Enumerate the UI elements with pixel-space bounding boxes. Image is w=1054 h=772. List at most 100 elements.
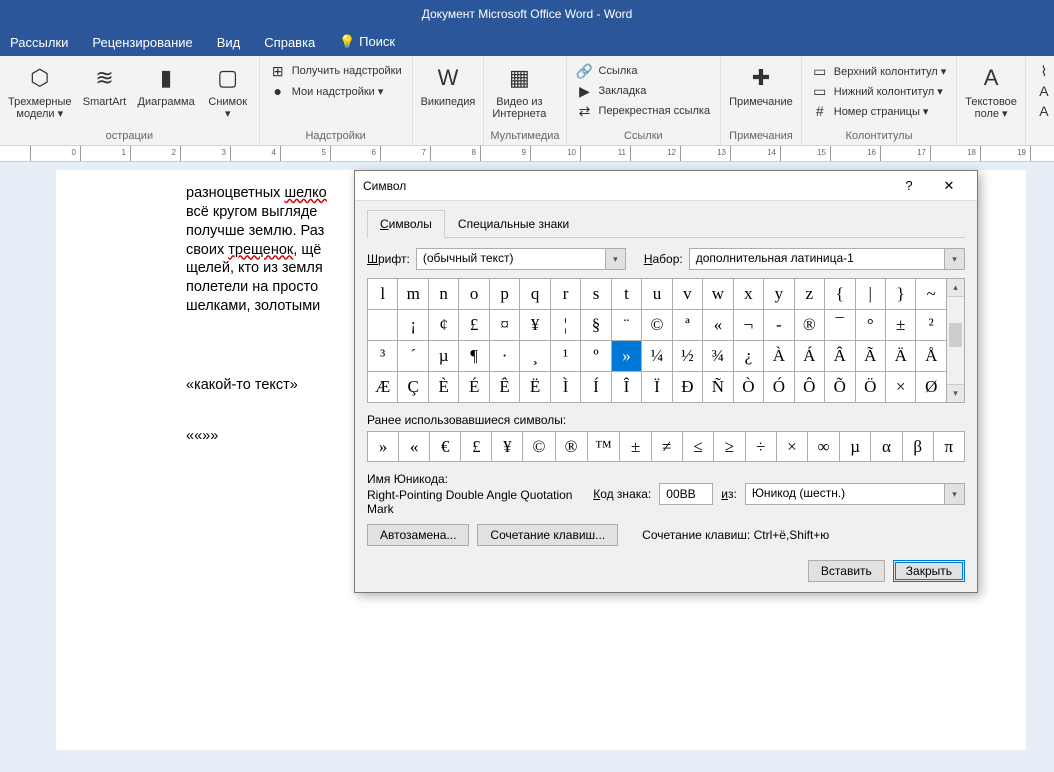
ribbon-button[interactable]: ≋SmartArt — [80, 62, 130, 108]
recent-char-cell[interactable]: © — [523, 432, 555, 462]
char-cell[interactable]: ¬ — [733, 310, 763, 341]
ribbon-button[interactable]: ⬡Трехмерныемодели ▾ — [6, 62, 74, 120]
char-cell[interactable]: } — [885, 279, 915, 310]
char-cell[interactable]: ¯ — [825, 310, 855, 341]
recent-char-cell[interactable]: π — [933, 432, 964, 462]
char-cell[interactable]: » — [611, 341, 641, 372]
ribbon-button[interactable]: AТекстовоеполе ▾ — [963, 62, 1019, 120]
ribbon-button[interactable]: AW — [1032, 82, 1054, 100]
ribbon-button[interactable]: ▢Снимок▾ — [203, 62, 253, 120]
recent-char-cell[interactable]: β — [902, 432, 933, 462]
char-cell[interactable]: ® — [794, 310, 824, 341]
recent-char-cell[interactable]: ÷ — [745, 432, 776, 462]
char-cell[interactable]: × — [885, 372, 915, 403]
char-cell[interactable]: À — [764, 341, 794, 372]
recent-char-cell[interactable]: ® — [555, 432, 587, 462]
char-cell[interactable]: Ö — [855, 372, 885, 403]
ribbon-button[interactable]: ✚Примечание — [727, 62, 795, 108]
char-cell[interactable]: É — [459, 372, 489, 403]
char-cell[interactable]: ¹ — [550, 341, 580, 372]
char-cell[interactable]: Ä — [885, 341, 915, 372]
recent-char-cell[interactable]: ≥ — [714, 432, 745, 462]
char-cell[interactable]: ¡ — [398, 310, 428, 341]
char-cell[interactable]: ¿ — [733, 341, 763, 372]
insert-button[interactable]: Вставить — [808, 560, 885, 582]
char-cell[interactable]: Ø — [916, 372, 947, 403]
char-cell[interactable]: s — [581, 279, 611, 310]
close-button[interactable]: Закрыть — [893, 560, 965, 582]
scroll-up-icon[interactable]: ▴ — [947, 279, 964, 297]
char-cell[interactable]: Ò — [733, 372, 763, 403]
char-cell[interactable]: Â — [825, 341, 855, 372]
menu-item[interactable]: Рецензирование — [92, 35, 192, 50]
char-cell[interactable]: ¥ — [520, 310, 550, 341]
ribbon-button[interactable]: ⌇Эк — [1032, 62, 1054, 80]
tab-special-chars[interactable]: Специальные знаки — [445, 210, 582, 238]
close-icon[interactable]: ✕ — [929, 172, 969, 200]
recent-char-cell[interactable]: ™ — [587, 432, 620, 462]
char-cell[interactable]: ³ — [368, 341, 398, 372]
char-cell[interactable]: © — [642, 310, 672, 341]
ribbon-button[interactable]: ⇄Перекрестная ссылка — [573, 102, 715, 120]
recent-char-cell[interactable]: ¥ — [492, 432, 523, 462]
menu-item[interactable]: Рассылки — [10, 35, 68, 50]
recent-char-cell[interactable]: µ — [840, 432, 871, 462]
char-cell[interactable]: Ç — [398, 372, 428, 403]
char-cell[interactable]: ¼ — [642, 341, 672, 372]
ribbon-button[interactable]: #Номер страницы ▾ — [808, 102, 951, 120]
scroll-thumb[interactable] — [949, 323, 962, 347]
ribbon-button[interactable]: ▶Закладка — [573, 82, 715, 100]
char-cell[interactable]: ¦ — [550, 310, 580, 341]
char-cell[interactable]: ª — [672, 310, 702, 341]
ribbon-button[interactable]: ▭Нижний колонтитул ▾ — [808, 82, 951, 100]
char-cell[interactable]: n — [428, 279, 458, 310]
ribbon-button[interactable]: 🔗Ссылка — [573, 62, 715, 80]
horizontal-ruler[interactable]: 0123456789101112131415161718192021 — [0, 146, 1054, 162]
autocorrect-button[interactable]: Автозамена... — [367, 524, 469, 546]
ribbon-button[interactable]: AБу — [1032, 102, 1054, 120]
char-cell[interactable]: È — [428, 372, 458, 403]
scroll-down-icon[interactable]: ▾ — [947, 384, 964, 402]
menu-item[interactable]: Вид — [217, 35, 241, 50]
char-cell[interactable]: Á — [794, 341, 824, 372]
char-cell[interactable]: q — [520, 279, 550, 310]
grid-scrollbar[interactable]: ▴ ▾ — [947, 278, 965, 403]
char-cell[interactable]: y — [764, 279, 794, 310]
char-cell[interactable]: Ð — [672, 372, 702, 403]
menu-search[interactable]: 💡 Поиск — [339, 34, 395, 50]
char-cell[interactable]: Ô — [794, 372, 824, 403]
recent-char-cell[interactable]: ≠ — [651, 432, 682, 462]
char-cell[interactable]: p — [489, 279, 519, 310]
code-input[interactable] — [659, 483, 713, 505]
char-cell[interactable]: l — [368, 279, 398, 310]
char-cell[interactable]: ´ — [398, 341, 428, 372]
recent-char-cell[interactable]: ∞ — [808, 432, 840, 462]
recent-symbols-grid[interactable]: »«€£¥©®™±≠≤≥÷×∞µαβπ — [367, 431, 965, 462]
recent-char-cell[interactable]: « — [399, 432, 430, 462]
char-cell[interactable]: ¶ — [459, 341, 489, 372]
char-cell[interactable]: º — [581, 341, 611, 372]
char-cell[interactable]: m — [398, 279, 428, 310]
char-cell[interactable]: « — [703, 310, 733, 341]
char-cell[interactable]: ° — [855, 310, 885, 341]
ribbon-button[interactable]: ⊞Получить надстройки — [266, 62, 406, 80]
char-cell[interactable]: Ñ — [703, 372, 733, 403]
char-cell[interactable]: o — [459, 279, 489, 310]
char-cell[interactable]: · — [489, 341, 519, 372]
char-cell[interactable] — [368, 310, 398, 341]
char-cell[interactable]: Å — [916, 341, 947, 372]
dialog-titlebar[interactable]: Символ ? ✕ — [355, 171, 977, 201]
character-grid[interactable]: lmnopqrstuvwxyz{|}~¡¢£¤¥¦§¨©ª«¬-®¯°±²³´µ… — [367, 278, 947, 403]
char-cell[interactable]: u — [642, 279, 672, 310]
recent-char-cell[interactable]: » — [368, 432, 399, 462]
char-cell[interactable]: µ — [428, 341, 458, 372]
char-cell[interactable]: Ì — [550, 372, 580, 403]
ribbon-button[interactable]: ▦Видео изИнтернета — [490, 62, 548, 120]
recent-char-cell[interactable]: £ — [461, 432, 492, 462]
char-cell[interactable]: £ — [459, 310, 489, 341]
char-cell[interactable]: { — [825, 279, 855, 310]
char-cell[interactable]: Æ — [368, 372, 398, 403]
char-cell[interactable]: ± — [885, 310, 915, 341]
char-cell[interactable]: ² — [916, 310, 947, 341]
char-cell[interactable]: v — [672, 279, 702, 310]
